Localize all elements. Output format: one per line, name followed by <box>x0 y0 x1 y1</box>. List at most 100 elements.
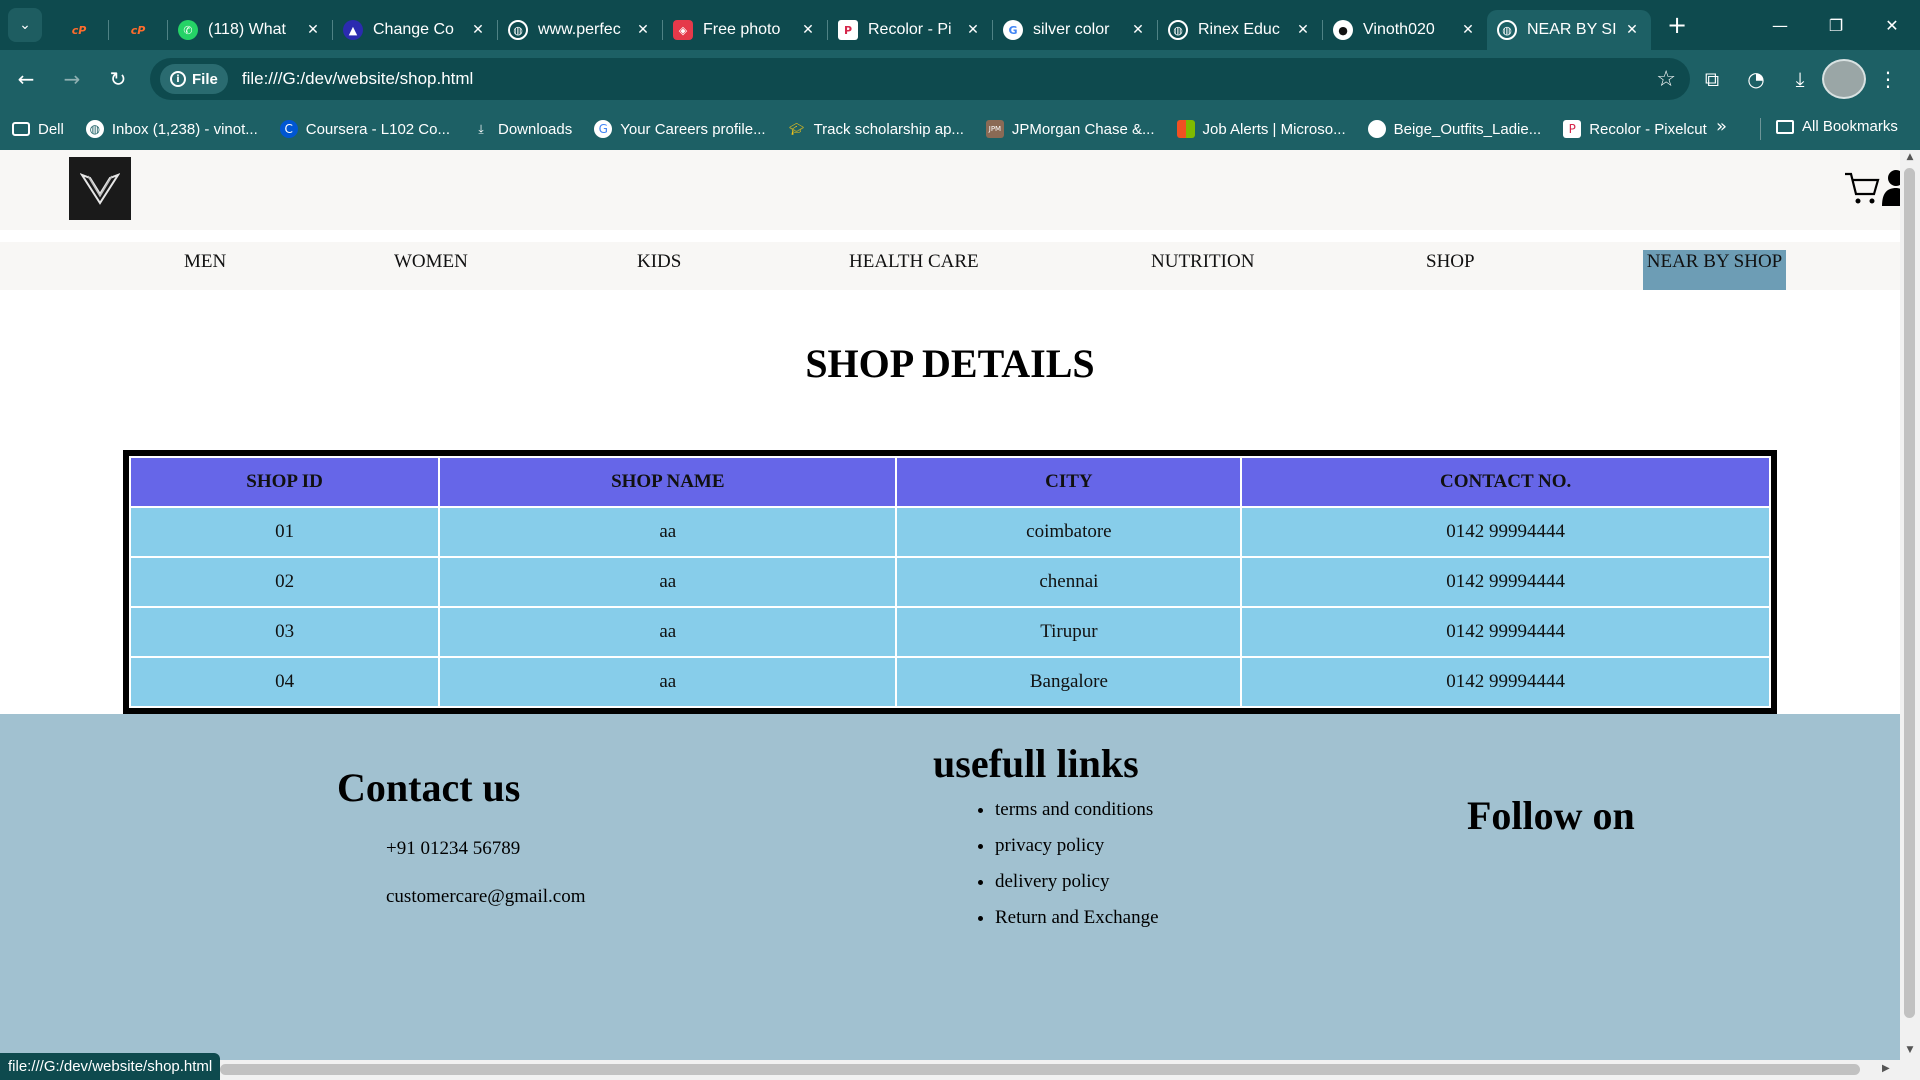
back-button[interactable]: ← <box>6 59 46 99</box>
user-icon[interactable] <box>1882 168 1900 208</box>
bookmark-beige-outfits[interactable]: Beige_Outfits_Ladie... <box>1367 120 1541 138</box>
footer-link-delivery[interactable]: delivery policy <box>995 870 1159 906</box>
bookmark-recolor[interactable]: P Recolor - Pixelcut <box>1563 120 1707 138</box>
globe-icon: ◍ <box>508 20 528 40</box>
tab-pinned-cpanel-1[interactable]: cP <box>50 10 108 50</box>
graduation-icon: 🎓︎ <box>788 122 805 136</box>
bookmark-star-icon[interactable]: ☆ <box>1656 67 1676 92</box>
nav-men[interactable]: MEN <box>184 250 226 274</box>
table-cell: 01 <box>131 508 439 556</box>
site-logo[interactable] <box>69 157 131 220</box>
reload-button[interactable]: ↻ <box>98 59 138 99</box>
close-icon[interactable]: ✕ <box>1294 22 1312 38</box>
all-bookmarks-button[interactable]: All Bookmarks <box>1776 118 1898 135</box>
tab-change-color[interactable]: ▲ Change Co ✕ <box>333 10 497 50</box>
status-bar-url: file:///G:/dev/website/shop.html <box>0 1053 221 1080</box>
bookmark-dell[interactable]: Dell <box>12 121 64 138</box>
close-icon[interactable]: ✕ <box>1623 22 1641 38</box>
scroll-up-icon[interactable]: ▲ <box>1905 152 1915 162</box>
globe-icon: ◍ <box>1497 20 1517 40</box>
cart-icon[interactable] <box>1843 170 1881 206</box>
vertical-scrollbar[interactable]: ▲ ▼ <box>1900 150 1920 1060</box>
contact-title: Contact us <box>337 765 521 810</box>
pixelcut-icon: P <box>1563 120 1582 138</box>
forward-button[interactable]: → <box>52 59 92 99</box>
useful-links-list: terms and conditions privacy policy deli… <box>995 798 1159 942</box>
tab-search-button[interactable]: ⌄ <box>8 8 42 42</box>
site-footer: Contact us +91 01234 56789 customercare@… <box>0 714 1900 1060</box>
tab-near-by-shop[interactable]: ◍ NEAR BY SI ✕ <box>1487 10 1651 50</box>
bookmark-job-alerts[interactable]: Job Alerts | Microso... <box>1176 120 1346 138</box>
tab-list: cP cP ✆ (118) What ✕ ▲ Change Co ✕ ◍ www… <box>50 0 1651 50</box>
scrollbar-thumb[interactable] <box>220 1064 1860 1075</box>
bookmark-jpmorgan[interactable]: JPM JPMorgan Chase &... <box>985 120 1155 138</box>
bookmark-inbox[interactable]: ◍ Inbox (1,238) - vinot... <box>85 120 258 138</box>
scroll-down-icon[interactable]: ▼ <box>1905 1045 1915 1055</box>
bookmarks-bar: Dell ◍ Inbox (1,238) - vinot... C Coursera… <box>0 108 1920 150</box>
restore-icon[interactable]: ❐ <box>1808 0 1864 50</box>
close-icon[interactable]: ✕ <box>1459 22 1477 38</box>
footer-link-return[interactable]: Return and Exchange <box>995 906 1159 942</box>
table-row: 01 aa coimbatore 0142 99994444 <box>131 508 1769 556</box>
logo-v-icon <box>80 172 120 205</box>
close-icon[interactable]: ✕ <box>304 22 322 38</box>
main-nav: MEN WOMEN KIDS HEALTH CARE NUTRITION SHO… <box>0 242 1900 290</box>
nav-near-by-shop[interactable]: NEAR BY SHOP <box>1643 250 1786 290</box>
bookmarks-overflow-button[interactable]: » <box>1716 116 1727 137</box>
minimize-icon[interactable]: — <box>1752 0 1808 50</box>
tab-title: Change Co <box>373 21 454 38</box>
bookmark-downloads[interactable]: ⤓ Downloads <box>472 120 572 138</box>
close-icon[interactable]: ✕ <box>964 22 982 38</box>
table-cell: 02 <box>131 558 439 606</box>
close-icon[interactable]: ✕ <box>634 22 652 38</box>
close-icon[interactable]: ✕ <box>469 22 487 38</box>
tab-whatsapp[interactable]: ✆ (118) What ✕ <box>168 10 332 50</box>
download-icon[interactable]: ⤓ <box>1778 59 1822 99</box>
tab-perfect[interactable]: ◍ www.perfec ✕ <box>498 10 662 50</box>
nav-health-care[interactable]: HEALTH CARE <box>849 250 979 274</box>
table-cell: 0142 99994444 <box>1242 608 1769 656</box>
footer-link-privacy[interactable]: privacy policy <box>995 834 1159 870</box>
horizontal-scrollbar[interactable]: ▶ <box>0 1060 1920 1080</box>
nav-nutrition[interactable]: NUTRITION <box>1151 250 1254 274</box>
table-row: 04 aa Bangalore 0142 99994444 <box>131 658 1769 706</box>
close-icon[interactable]: ✕ <box>799 22 817 38</box>
tab-pinned-cpanel-2[interactable]: cP <box>109 10 167 50</box>
bookmark-label: Dell <box>38 120 64 138</box>
tab-recolor[interactable]: P Recolor - Pi ✕ <box>828 10 992 50</box>
bookmark-coursera[interactable]: C Coursera - L102 Co... <box>279 120 450 138</box>
bookmark-label: Your Careers profile... <box>620 120 766 138</box>
tab-github[interactable]: ● Vinoth020 ✕ <box>1323 10 1487 50</box>
page-title: SHOP DETAILS <box>805 341 1095 386</box>
extensions-icon[interactable]: ⧉ <box>1690 59 1734 99</box>
scrollbar-thumb[interactable] <box>1904 168 1915 1018</box>
tab-silver-color[interactable]: G silver color ✕ <box>993 10 1157 50</box>
avatar <box>1822 59 1866 99</box>
bookmark-careers[interactable]: G Your Careers profile... <box>594 120 766 138</box>
bookmark-scholarship[interactable]: 🎓︎ Track scholarship ap... <box>788 120 964 138</box>
tab-free-photo[interactable]: ◈ Free photo ✕ <box>663 10 827 50</box>
scroll-right-icon[interactable]: ▶ <box>1882 1063 1890 1074</box>
performance-icon[interactable]: ◔ <box>1734 59 1778 99</box>
close-window-icon[interactable]: ✕ <box>1864 0 1920 50</box>
table-row: 02 aa chennai 0142 99994444 <box>131 558 1769 606</box>
table-cell: 0142 99994444 <box>1242 508 1769 556</box>
nav-kids[interactable]: KIDS <box>637 250 681 274</box>
close-icon[interactable]: ✕ <box>1129 22 1147 38</box>
footer-link-terms[interactable]: terms and conditions <box>995 798 1159 834</box>
table-cell: Tirupur <box>897 608 1241 656</box>
url-text[interactable]: file:///G:/dev/website/shop.html <box>242 69 474 89</box>
new-tab-button[interactable]: + <box>1659 7 1695 43</box>
menu-icon[interactable]: ⋮ <box>1866 59 1910 99</box>
figma-icon: ▲ <box>343 20 363 40</box>
jpmc-icon: JPM <box>985 120 1004 138</box>
nav-shop[interactable]: SHOP <box>1426 250 1475 274</box>
nav-women[interactable]: WOMEN <box>394 250 468 274</box>
table-cell: coimbatore <box>897 508 1241 556</box>
profile-avatar[interactable] <box>1822 59 1866 99</box>
site-header <box>0 150 1900 230</box>
site-info-chip[interactable]: i File <box>160 64 228 94</box>
address-bar[interactable]: i File file:///G:/dev/website/shop.html … <box>150 58 1690 100</box>
tab-title: (118) What <box>208 21 286 38</box>
tab-rinex[interactable]: ◍ Rinex Educ ✕ <box>1158 10 1322 50</box>
